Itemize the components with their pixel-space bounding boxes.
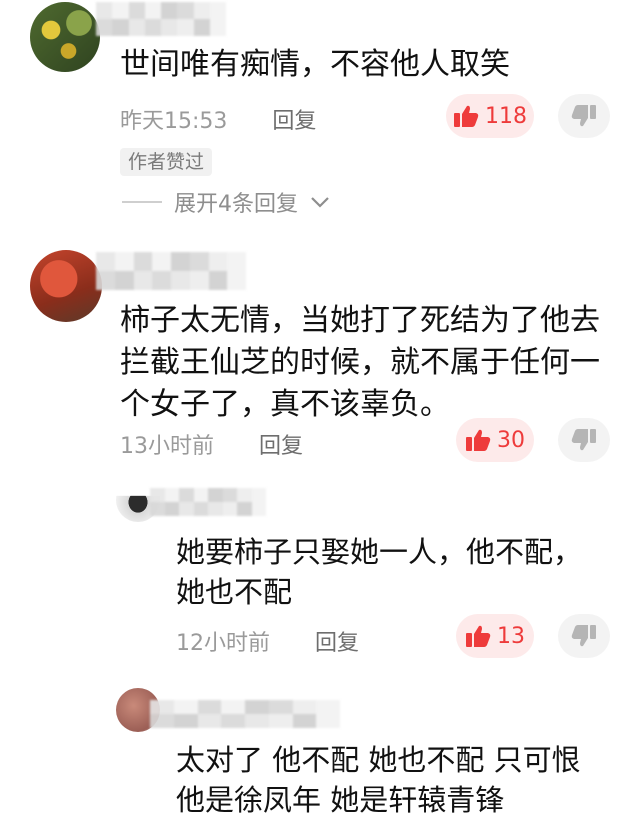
thumbs-up-icon bbox=[454, 105, 479, 127]
username-blurred[interactable] bbox=[150, 700, 340, 728]
divider bbox=[122, 201, 162, 203]
reply-meta: 12小时前 回复 bbox=[176, 625, 359, 657]
thumbs-down-icon bbox=[571, 625, 596, 647]
reply-time: 12小时前 bbox=[176, 631, 270, 656]
like-button[interactable]: 13 bbox=[456, 614, 534, 658]
thumbs-down-icon bbox=[571, 105, 596, 127]
comment-meta: 昨天15:53 回复 bbox=[120, 103, 316, 135]
username-blurred[interactable] bbox=[150, 488, 266, 516]
like-button[interactable]: 30 bbox=[456, 418, 534, 462]
thumbs-up-icon bbox=[466, 625, 491, 647]
expand-replies-button[interactable]: 展开4条回复 bbox=[122, 186, 330, 218]
avatar[interactable] bbox=[30, 250, 102, 322]
reply-text: 太对了 他不配 她也不配 只可恨他是徐凤年 她是轩辕青锋 bbox=[176, 743, 581, 817]
thumbs-up-icon bbox=[466, 429, 491, 451]
avatar[interactable] bbox=[30, 2, 100, 72]
comment-meta: 13小时前 回复 bbox=[120, 428, 303, 460]
comment-text: 柿子太无情，当她打了死结为了他去拦截王仙芝的时候，就不属于任何一个女子了，真不该… bbox=[120, 303, 600, 422]
reply-button[interactable]: 回复 bbox=[315, 631, 359, 656]
dislike-button[interactable] bbox=[558, 614, 610, 658]
dislike-button[interactable] bbox=[558, 94, 610, 138]
comment-text: 世间唯有痴情，不容他人取笑 bbox=[120, 47, 510, 82]
dislike-button[interactable] bbox=[558, 418, 610, 462]
like-count: 30 bbox=[497, 427, 525, 453]
reply-button[interactable]: 回复 bbox=[259, 434, 303, 459]
author-liked-badge: 作者赞过 bbox=[120, 148, 213, 176]
comment-time: 13小时前 bbox=[120, 434, 214, 459]
like-count: 13 bbox=[497, 623, 525, 649]
comment-time: 昨天15:53 bbox=[120, 109, 228, 134]
like-count: 118 bbox=[485, 103, 527, 129]
chevron-down-icon bbox=[311, 197, 329, 208]
expand-replies-label: 展开4条回复 bbox=[174, 192, 298, 217]
reply-text: 她要柿子只娶她一人，他不配，她也不配 bbox=[176, 535, 583, 609]
like-button[interactable]: 118 bbox=[446, 94, 534, 138]
username-blurred[interactable] bbox=[96, 252, 246, 290]
username-blurred[interactable] bbox=[96, 2, 226, 36]
reply-button[interactable]: 回复 bbox=[272, 109, 316, 134]
thumbs-down-icon bbox=[571, 429, 596, 451]
